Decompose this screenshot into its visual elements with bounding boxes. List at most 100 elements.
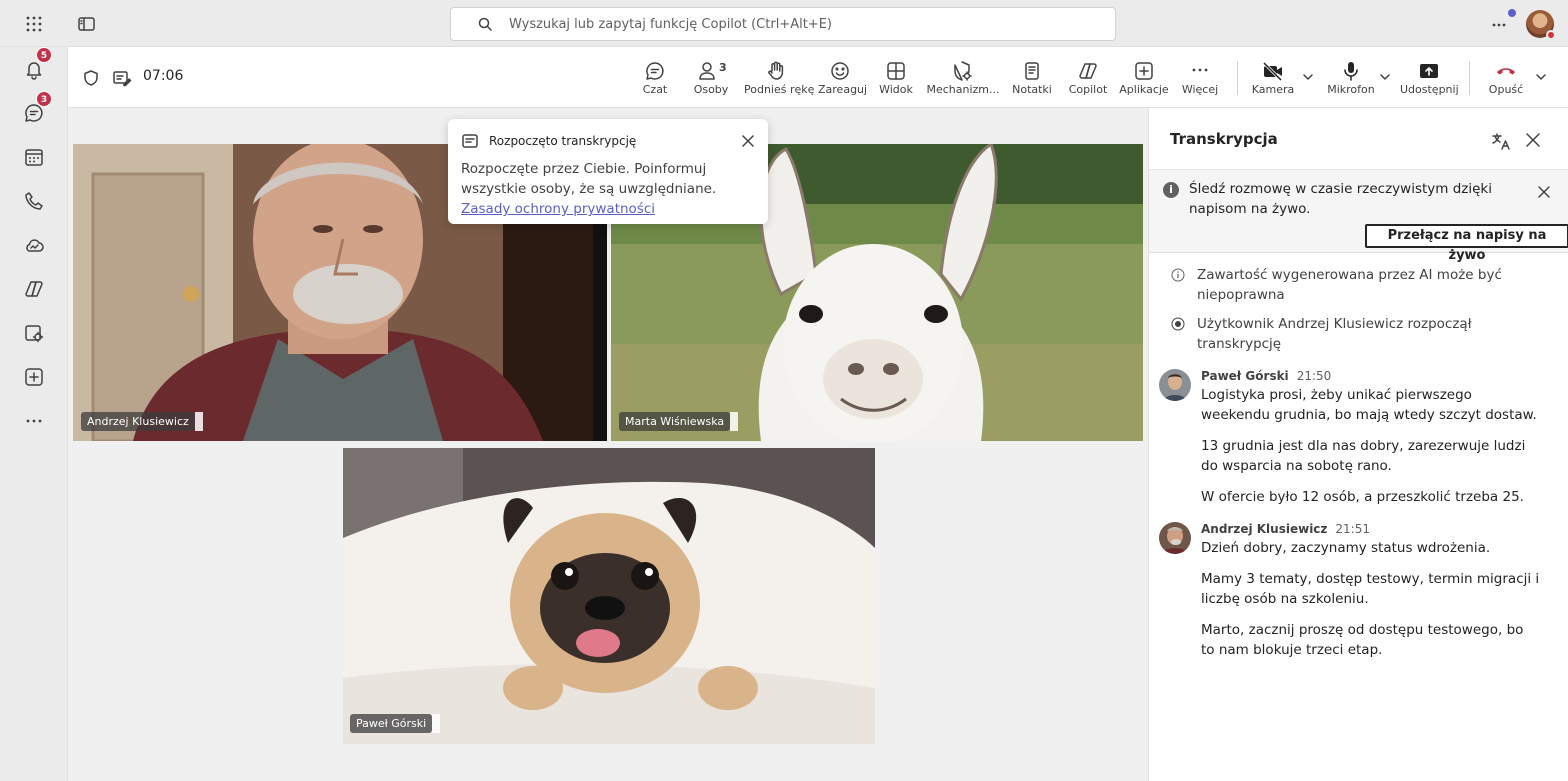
top-bar	[0, 0, 1568, 47]
microphone-button[interactable]: Mikrofon	[1326, 59, 1376, 99]
copilot-button[interactable]: Copilot	[1066, 59, 1110, 99]
view-button[interactable]: Widok	[876, 59, 916, 99]
microphone-label: Mikrofon	[1327, 83, 1375, 96]
speaker-name-text: Andrzej Klusiewicz	[1201, 522, 1328, 536]
app-launcher-icon[interactable]	[22, 12, 46, 36]
left-rail: 5 3	[0, 47, 68, 781]
transcript-message: Mamy 3 tematy, dostęp testowy, termin mi…	[1201, 571, 1540, 607]
grid-icon	[884, 59, 908, 83]
react-button[interactable]: Zareaguj	[818, 59, 868, 99]
privacy-policy-link[interactable]: Zasady ochrony prywatności	[461, 201, 655, 217]
chat-icon	[643, 59, 667, 83]
people-icon	[695, 59, 719, 83]
raise-hand-label: Podnieś rękę	[744, 83, 815, 96]
transcript-icon	[461, 133, 479, 149]
calls-phone-icon[interactable]	[22, 189, 46, 213]
add-app-icon	[1132, 59, 1156, 83]
copilot-icon[interactable]	[22, 277, 46, 301]
apps-gear-icon[interactable]	[22, 321, 46, 345]
live-captions-banner: i Śledź rozmowę w czasie rzeczywistym dz…	[1149, 169, 1568, 263]
sidebar-toggle-icon[interactable]	[74, 12, 98, 36]
more-apps-icon[interactable]	[22, 409, 46, 433]
leave-label: Opuść	[1488, 83, 1524, 96]
meeting-timer: 07:06	[143, 68, 184, 84]
avatar	[1159, 522, 1191, 554]
more-options-icon[interactable]	[1488, 9, 1516, 36]
apps-label: Aplikacje	[1119, 83, 1169, 96]
camera-button[interactable]: Kamera	[1250, 59, 1296, 99]
close-icon[interactable]	[740, 133, 756, 149]
mechanism-button[interactable]: Mechanizm...	[926, 59, 1000, 99]
leave-chevron-down-icon[interactable]	[1535, 71, 1547, 83]
hangup-icon	[1494, 59, 1518, 83]
toolbar-divider	[1237, 61, 1238, 95]
participant-name-tag: Andrzej Klusiewicz	[81, 412, 203, 431]
copilot-label: Copilot	[1068, 83, 1108, 96]
people-label: Osoby	[693, 83, 729, 96]
transcript-message: Dzień dobry, zaczynamy status wdrożenia.	[1201, 540, 1491, 556]
search-input[interactable]	[509, 8, 1099, 40]
participant-name-tag: Paweł Górski	[350, 714, 441, 733]
info-icon: i	[1163, 182, 1179, 198]
speaker-name: Andrzej Klusiewicz 21:51	[1201, 522, 1370, 536]
timestamp: 21:51	[1335, 522, 1370, 536]
share-button[interactable]: Udostępnij	[1400, 59, 1459, 99]
raise-hand-button[interactable]: Podnieś rękę	[744, 59, 815, 99]
panel-title: Transkrypcja	[1170, 130, 1278, 148]
smile-icon	[828, 59, 852, 83]
notification-dot	[1508, 9, 1516, 17]
chat-button[interactable]: Czat	[640, 59, 670, 99]
camera-off-icon	[1261, 59, 1285, 83]
video-tile-pawel[interactable]: Paweł Górski	[343, 448, 875, 744]
transcription-started-popup: Rozpoczęto transkrypcję Rozpoczęte przez…	[448, 119, 768, 224]
popup-title: Rozpoczęto transkrypcję	[489, 134, 637, 148]
shield-icon	[82, 69, 100, 87]
close-banner-icon[interactable]	[1536, 184, 1552, 200]
avatar	[1159, 369, 1191, 401]
chat-badge: 3	[36, 91, 52, 107]
calendar-icon[interactable]	[22, 145, 46, 169]
search-box[interactable]	[450, 7, 1116, 41]
view-label: Widok	[879, 83, 913, 96]
ai-notice-text: Zawartość wygenerowana przez AI może być…	[1197, 267, 1502, 303]
translate-icon[interactable]	[1491, 131, 1511, 151]
participant-name-tag: Marta Wiśniewska	[619, 412, 739, 431]
speaker-name: Paweł Górski 21:50	[1201, 369, 1331, 383]
profile-avatar[interactable]	[1526, 10, 1556, 40]
people-count: 3	[719, 61, 727, 74]
shield-gear-icon	[951, 59, 975, 83]
camera-label: Kamera	[1251, 83, 1295, 96]
onedrive-cloud-icon[interactable]	[22, 233, 46, 257]
info-outline-icon	[1171, 268, 1185, 282]
transcript-message: Logistyka prosi, żeby unikać pierwszego …	[1201, 387, 1537, 423]
apps-button[interactable]: Aplikacje	[1118, 59, 1170, 99]
more-icon	[1188, 59, 1212, 83]
activity-bell-icon[interactable]: 5	[22, 47, 52, 81]
close-panel-icon[interactable]	[1524, 131, 1542, 149]
popup-body: Rozpoczęte przez Ciebie. Poinformuj wszy…	[461, 159, 761, 219]
popup-text: Rozpoczęte przez Ciebie. Poinformuj wszy…	[461, 161, 717, 197]
transcript-recording-icon	[112, 69, 132, 87]
leave-button[interactable]: Opuść	[1484, 59, 1528, 99]
camera-chevron-down-icon[interactable]	[1302, 71, 1314, 83]
add-app-icon[interactable]	[22, 365, 46, 389]
started-notice-text: Użytkownik Andrzej Klusiewicz rozpoczął …	[1197, 316, 1472, 352]
mechanism-label: Mechanizm...	[926, 83, 1000, 96]
switch-to-live-captions-button[interactable]: Przełącz na napisy na żywo	[1365, 224, 1568, 263]
mic-icon	[1339, 59, 1363, 83]
video-feed-pug	[343, 448, 875, 744]
react-label: Zareaguj	[818, 83, 868, 96]
notes-button[interactable]: Notatki	[1010, 59, 1054, 99]
mic-chevron-down-icon[interactable]	[1379, 71, 1391, 83]
share-icon	[1417, 59, 1441, 83]
transcript-message: Marto, zacznij proszę od dostępu testowe…	[1201, 622, 1524, 658]
notes-label: Notatki	[1012, 83, 1052, 96]
people-button[interactable]: 3 Osoby	[692, 59, 730, 99]
chat-icon[interactable]: 3	[22, 91, 52, 125]
speaker-name-text: Paweł Górski	[1201, 369, 1289, 383]
hand-icon	[764, 59, 788, 83]
banner-text: Śledź rozmowę w czasie rzeczywistym dzię…	[1189, 181, 1492, 217]
chat-label: Czat	[642, 83, 668, 96]
more-button[interactable]: Więcej	[1180, 59, 1220, 99]
transcript-message: 13 grudnia jest dla nas dobry, zarezerwu…	[1201, 438, 1526, 474]
